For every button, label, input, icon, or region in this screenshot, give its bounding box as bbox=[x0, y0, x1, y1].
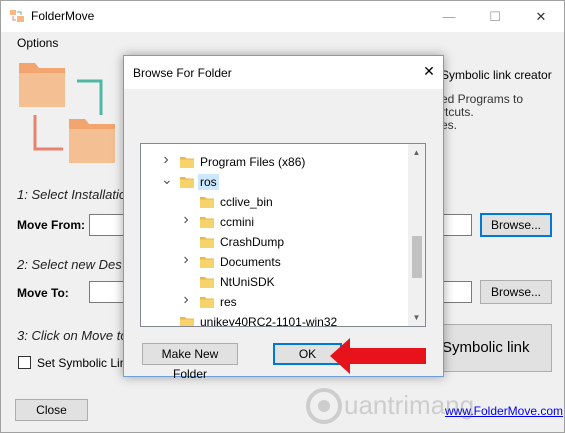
menu-bar: Options bbox=[1, 32, 564, 54]
folder-icon bbox=[200, 257, 214, 268]
tree-item[interactable]: › Documents bbox=[141, 252, 409, 272]
folder-move-illustration-icon bbox=[19, 63, 115, 163]
watermark-text: uantrimang bbox=[344, 390, 475, 420]
make-new-folder-button[interactable]: Make New Folder bbox=[142, 343, 238, 381]
symbolic-link-checkbox-label: Set Symbolic Link bbox=[37, 356, 133, 370]
folder-icon bbox=[200, 237, 214, 248]
tree-item[interactable]: cclive_bin bbox=[141, 192, 409, 212]
tree-item-label: Program Files (x86) bbox=[200, 155, 306, 169]
scroll-thumb[interactable] bbox=[412, 236, 422, 278]
tree-item-label: NtUniSDK bbox=[220, 275, 275, 289]
tree-item-label: ros bbox=[198, 174, 219, 190]
tree-item[interactable]: › ccmini bbox=[141, 212, 409, 232]
tree-item-label: cclive_bin bbox=[220, 195, 273, 209]
move-to-label: Move To: bbox=[17, 286, 69, 300]
tree-item[interactable]: › res bbox=[141, 292, 409, 312]
folder-icon bbox=[200, 297, 214, 308]
tree-item[interactable]: ⌄ ros bbox=[141, 172, 409, 192]
browse-to-button[interactable]: Browse... bbox=[480, 280, 552, 304]
red-pointer-arrow-icon bbox=[330, 338, 426, 374]
browse-from-button[interactable]: Browse... bbox=[480, 213, 552, 237]
chevron-down-icon[interactable]: ⌄ bbox=[161, 172, 173, 186]
folder-tree[interactable]: › Program Files (x86) ⌄ ros cclive_bin › ccmin… bbox=[140, 143, 426, 327]
dialog-close-icon[interactable]: ✕ bbox=[417, 59, 441, 83]
scroll-up-icon[interactable]: ▲ bbox=[408, 144, 425, 161]
tree-item-label: ccmini bbox=[220, 215, 255, 229]
chevron-right-icon[interactable]: › bbox=[181, 292, 191, 308]
browse-for-folder-dialog: Browse For Folder ✕ › Program Files (x86)… bbox=[123, 55, 444, 381]
folder-icon bbox=[180, 177, 194, 188]
tree-item-label: unikey40RC2-1101-win32 bbox=[200, 315, 338, 327]
chevron-right-icon[interactable]: › bbox=[161, 152, 171, 168]
app-header-text: Symbolic link creator bbox=[441, 68, 552, 82]
dialog-title-bar: Browse For Folder ✕ bbox=[124, 56, 443, 89]
step1-heading: 1: Select Installatio bbox=[17, 187, 127, 202]
tree-item-label: res bbox=[220, 295, 237, 309]
maximize-icon[interactable]: ☐ bbox=[472, 1, 518, 32]
symbolic-link-checkbox[interactable] bbox=[18, 356, 31, 369]
folder-icon bbox=[200, 217, 214, 228]
scroll-down-icon[interactable]: ▼ bbox=[408, 309, 425, 326]
window-title: FolderMove bbox=[31, 9, 95, 23]
tree-item-label: CrashDump bbox=[220, 235, 285, 249]
folder-icon bbox=[200, 277, 214, 288]
tree-item[interactable]: unikey40RC2-1101-win32 bbox=[141, 312, 409, 327]
step2-heading: 2: Select new Des bbox=[17, 257, 122, 272]
close-icon[interactable]: ✕ bbox=[518, 1, 564, 32]
tree-item-label: Documents bbox=[220, 255, 281, 269]
tree-item[interactable]: NtUniSDK bbox=[141, 272, 409, 292]
dialog-title: Browse For Folder bbox=[133, 66, 232, 80]
tree-item[interactable]: CrashDump bbox=[141, 232, 409, 252]
tree-item[interactable]: › Program Files (x86) bbox=[141, 152, 409, 172]
close-button[interactable]: Close bbox=[15, 399, 88, 421]
folder-icon bbox=[180, 317, 194, 326]
watermark-logo: uantrimang bbox=[304, 382, 474, 428]
folder-icon bbox=[180, 157, 194, 168]
folder-icon bbox=[200, 197, 214, 208]
tree-vertical-scrollbar[interactable]: ▲ ▼ bbox=[408, 144, 425, 326]
minimize-icon[interactable]: — bbox=[426, 1, 472, 32]
move-from-label: Move From: bbox=[17, 218, 86, 232]
step3-heading: 3: Click on Move to bbox=[17, 328, 128, 343]
move-and-create-symbolic-link-button[interactable]: Symbolic link bbox=[429, 324, 552, 372]
title-bar: FolderMove — ☐ ✕ bbox=[1, 1, 564, 32]
chevron-right-icon[interactable]: › bbox=[181, 212, 191, 228]
chevron-right-icon[interactable]: › bbox=[181, 252, 191, 268]
menu-options[interactable]: Options bbox=[17, 36, 58, 50]
watermark-icon bbox=[306, 388, 342, 424]
foldermove-app-icon bbox=[10, 10, 24, 22]
